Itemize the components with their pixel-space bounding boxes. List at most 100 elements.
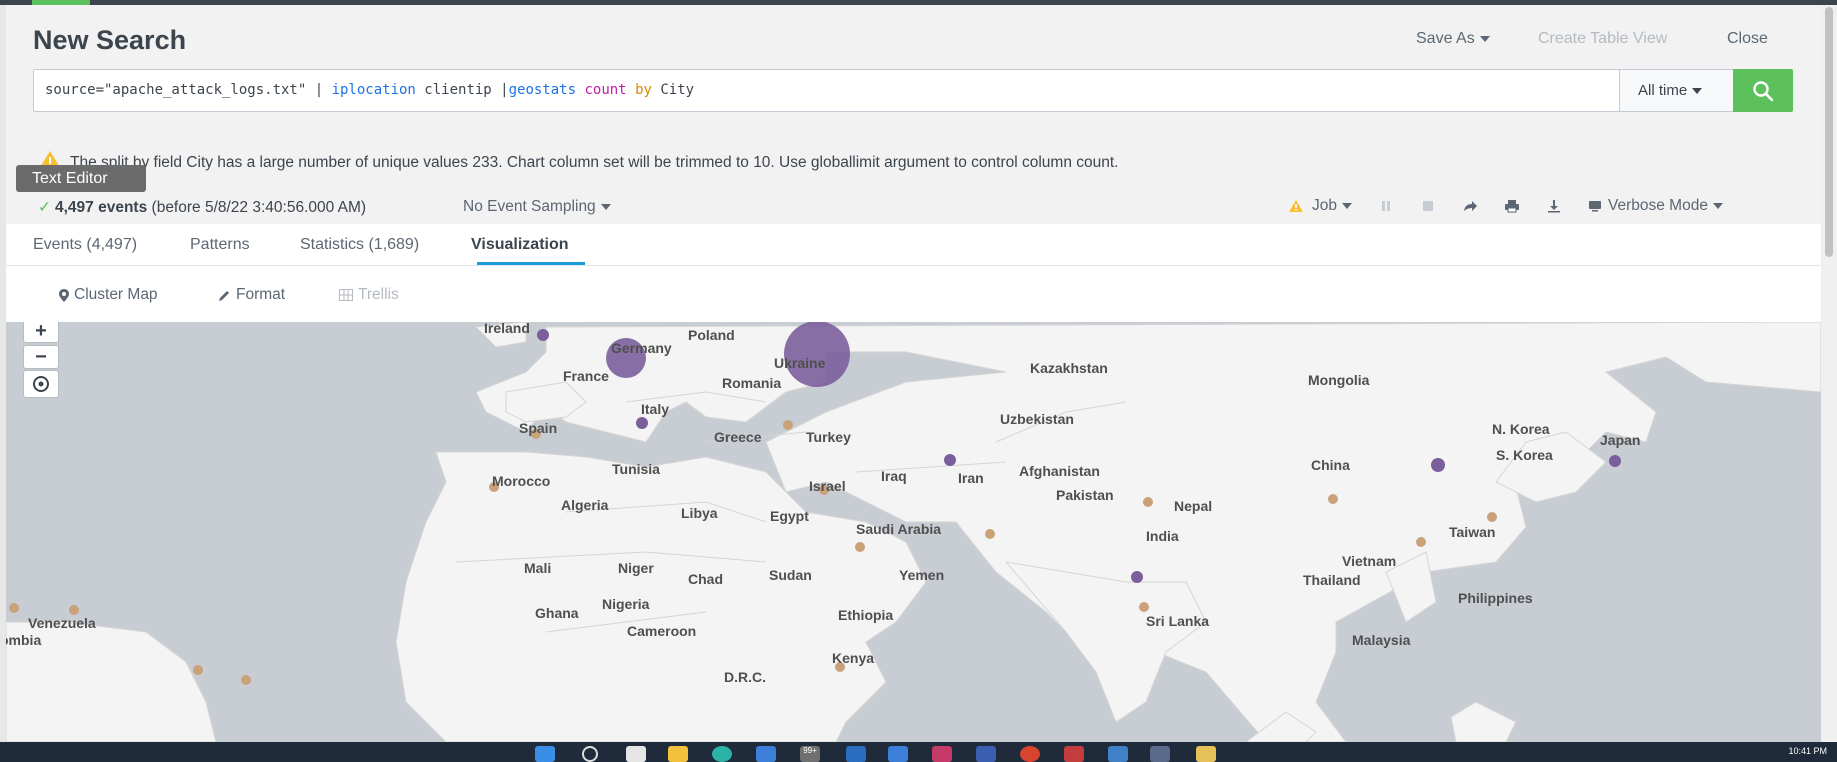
cluster-map[interactable]: + − Ireland Germany Poland Ukraine Franc… [6,322,1821,742]
search-mode-dropdown[interactable]: Verbose Mode [1588,197,1723,215]
query-command-iplocation: iplocation [331,82,416,98]
zoom-in-button[interactable]: + [23,322,59,343]
country-label: Sri Lanka [1146,613,1210,629]
create-table-view-button[interactable]: Create Table View [1538,30,1667,48]
event-sampling-dropdown[interactable]: No Event Sampling [463,198,611,216]
country-label: Tunisia [612,461,660,477]
country-label: Nepal [1174,498,1213,514]
chevron-down-icon [1342,203,1352,209]
job-menu-button[interactable]: Job [1288,197,1352,215]
trellis-button[interactable]: Trellis [339,286,399,304]
taskbar-clock: 10:41 PM [1788,746,1827,756]
cluster-map-button[interactable]: Cluster Map [59,286,158,304]
stop-button[interactable] [1420,199,1436,213]
format-button[interactable]: Format [218,286,285,304]
query-space-2 [627,82,635,98]
country-label: Mongolia [1308,372,1370,388]
job-controls: Job Verbose Mode [1288,196,1749,216]
export-button[interactable] [1546,199,1562,213]
stop-icon [1423,201,1433,211]
event-count-status: ✓ 4,497 events (before 5/8/22 3:40:56.000… [38,198,366,217]
app-icon[interactable] [932,746,952,762]
task-view-icon[interactable] [626,746,646,762]
country-label: Yemen [899,567,945,583]
query-source: source="apache_attack_logs.txt" | [45,82,332,98]
search-mode-label: Verbose Mode [1608,197,1708,214]
country-label: Saudi Arabia [856,521,942,537]
country-label: Iraq [881,468,907,484]
share-icon [1464,201,1477,211]
search-icon[interactable] [582,746,598,762]
app-icon[interactable] [1196,746,1216,762]
tab-patterns[interactable]: Patterns [190,236,250,254]
download-icon [1548,200,1560,213]
country-label: India [1146,528,1179,544]
country-label: N. Korea [1492,421,1550,437]
zoom-out-button[interactable]: − [23,345,59,369]
text-editor-tooltip: Text Editor [16,165,146,192]
time-range-label: All time [1638,82,1688,99]
country-label: Vietnam [1342,553,1397,569]
country-label: France [563,368,609,384]
tab-events[interactable]: Events (4,497) [33,236,137,254]
country-label: Iran [958,470,984,486]
scrollbar-thumb[interactable] [1825,7,1833,257]
country-label: Italy [641,401,670,417]
search-button[interactable] [1733,69,1793,112]
warning-text: The split by field City has a large numb… [70,154,1119,171]
start-icon[interactable] [535,746,555,762]
pause-button[interactable] [1378,199,1394,213]
page-scrollbar[interactable] [1821,5,1837,742]
country-label: Mali [524,560,552,576]
country-label: Libya [681,505,718,521]
file-explorer-icon[interactable] [668,746,688,762]
tab-statistics[interactable]: Statistics (1,689) [300,236,419,254]
mode-icon [1589,201,1601,212]
print-button[interactable] [1504,199,1520,213]
notification-badge[interactable]: 99+ [800,746,820,762]
country-label: ombia [6,632,42,648]
query-field-city: City [651,82,695,98]
time-range-picker[interactable]: All time [1619,69,1734,112]
tab-visualization[interactable]: Visualization [471,236,569,254]
country-label: Poland [688,327,735,343]
app-icon[interactable] [976,746,996,762]
country-label: Taiwan [1449,524,1496,540]
chevron-down-icon [600,203,611,210]
search-input[interactable]: source="apache_attack_logs.txt" | iploca… [33,69,1620,112]
country-label: D.R.C. [724,669,766,685]
app-icon[interactable] [1020,746,1040,762]
check-icon: ✓ [38,199,51,216]
pencil-icon [219,290,229,301]
event-count: 4,497 events [55,199,148,216]
app-icon[interactable] [1064,746,1084,762]
app-icon[interactable] [756,746,776,762]
visualization-toolbar: Cluster Map Format Trellis [6,266,1821,322]
browser-icon[interactable] [712,746,732,762]
app-icon[interactable] [888,746,908,762]
country-label: Malaysia [1352,632,1411,648]
country-label: Ghana [535,605,579,621]
country-label: Algeria [561,497,609,513]
query-keyword-by: by [635,82,652,98]
chevron-down-icon [1712,203,1723,209]
country-label: Chad [688,571,723,587]
event-sampling-label: No Event Sampling [463,198,596,215]
locate-button[interactable] [23,370,59,398]
job-label: Job [1312,197,1337,214]
cluster-map-label: Cluster Map [74,286,158,303]
country-label: Thailand [1303,572,1361,588]
print-icon [1505,200,1519,213]
map-pin-icon [59,288,69,302]
app-icon[interactable] [846,746,866,762]
trellis-label: Trellis [358,286,399,303]
country-label: Ireland [484,322,530,336]
app-icon[interactable] [1108,746,1128,762]
close-button[interactable]: Close [1727,30,1768,48]
app-icon[interactable] [1150,746,1170,762]
search-icon [1753,81,1774,102]
share-button[interactable] [1462,199,1478,213]
results-tabs: Events (4,497) Patterns Statistics (1,68… [6,224,1821,266]
country-label: Ethiopia [838,607,894,623]
save-as-button[interactable]: Save As [1416,30,1490,48]
